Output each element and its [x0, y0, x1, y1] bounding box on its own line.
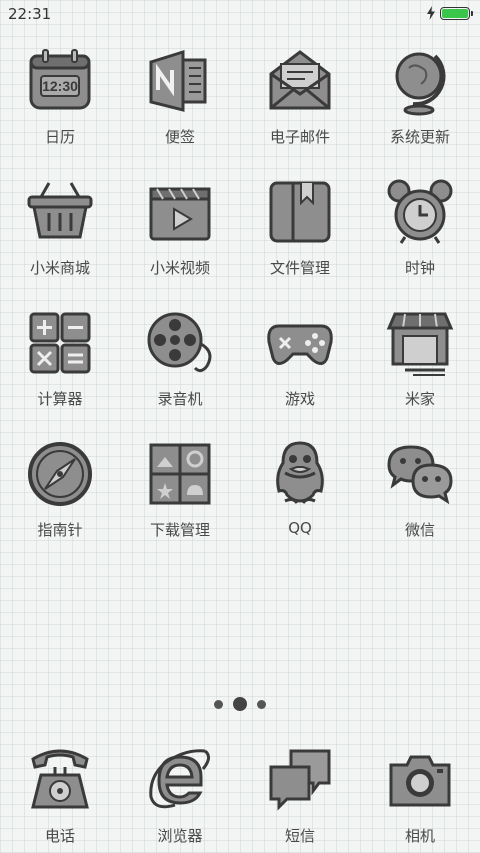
- app-calendar[interactable]: 12:30 日历: [0, 46, 120, 177]
- download-manager-icon: [145, 439, 215, 509]
- app-row: 小米商城 小米视频 文件管理 时钟: [0, 177, 480, 308]
- page-dot-active[interactable]: [233, 697, 247, 711]
- status-bar: 22:31: [0, 0, 480, 28]
- app-camera[interactable]: 相机: [360, 745, 480, 846]
- app-qq[interactable]: QQ: [240, 439, 360, 570]
- app-label: 系统更新: [389, 128, 450, 146]
- app-mi-video[interactable]: 小米视频: [120, 177, 240, 308]
- gamepad-icon: [265, 308, 335, 378]
- page-dot[interactable]: [257, 699, 266, 709]
- page-indicator[interactable]: [0, 697, 480, 711]
- status-indicators: [426, 6, 473, 20]
- app-label: 时钟: [404, 259, 435, 277]
- app-recorder[interactable]: 录音机: [120, 308, 240, 439]
- dock: 电话 浏览器 短信 相机: [0, 745, 480, 846]
- app-phone[interactable]: 电话: [0, 745, 120, 846]
- app-row: 计算器 录音机 游戏 米家: [0, 308, 480, 439]
- app-label: 小米视频: [149, 259, 210, 277]
- app-calculator[interactable]: 计算器: [0, 308, 120, 439]
- app-label: 指南针: [37, 521, 83, 539]
- app-mijia[interactable]: 米家: [360, 308, 480, 439]
- app-label: 浏览器: [157, 827, 203, 845]
- app-compass[interactable]: 指南针: [0, 439, 120, 570]
- app-mi-store[interactable]: 小米商城: [0, 177, 120, 308]
- app-grid: 12:30 日历 便签 电子邮件 系统更新 小米商城 小米视频 文件管理 时钟 …: [0, 46, 480, 570]
- app-notes[interactable]: 便签: [120, 46, 240, 177]
- calendar-icon: 12:30: [25, 46, 95, 116]
- video-icon: [145, 177, 215, 247]
- app-label: 便签: [164, 128, 195, 146]
- globe-icon: [385, 46, 455, 116]
- app-label: 日历: [44, 128, 75, 146]
- app-file-manager[interactable]: 文件管理: [240, 177, 360, 308]
- app-clock[interactable]: 时钟: [360, 177, 480, 308]
- app-system-update[interactable]: 系统更新: [360, 46, 480, 177]
- wechat-icon: [385, 439, 455, 509]
- battery-icon: [440, 6, 473, 20]
- camera-icon: [385, 745, 455, 815]
- alarm-clock-icon: [385, 177, 455, 247]
- app-email[interactable]: 电子邮件: [240, 46, 360, 177]
- telephone-icon: [25, 745, 95, 815]
- store-icon: [385, 308, 455, 378]
- app-label: QQ: [288, 519, 312, 537]
- file-manager-icon: [265, 177, 335, 247]
- app-label: 电话: [44, 827, 75, 845]
- app-messages[interactable]: 短信: [240, 745, 360, 846]
- status-time: 22:31: [8, 5, 52, 23]
- app-label: 游戏: [284, 390, 315, 408]
- email-icon: [265, 46, 335, 116]
- compass-icon: [25, 439, 95, 509]
- app-browser[interactable]: 浏览器: [120, 745, 240, 846]
- app-games[interactable]: 游戏: [240, 308, 360, 439]
- charging-icon: [427, 6, 435, 20]
- app-label: 小米商城: [29, 259, 90, 277]
- notes-icon: [145, 46, 215, 116]
- svg-text:12:30: 12:30: [42, 78, 78, 94]
- page-dot[interactable]: [214, 699, 223, 709]
- messages-icon: [265, 745, 335, 815]
- app-label: 相机: [404, 827, 435, 845]
- app-row: 指南针 下载管理 QQ 微信: [0, 439, 480, 570]
- browser-icon: [145, 745, 215, 815]
- app-label: 微信: [404, 521, 435, 539]
- app-wechat[interactable]: 微信: [360, 439, 480, 570]
- app-label: 米家: [404, 390, 435, 408]
- app-row: 12:30 日历 便签 电子邮件 系统更新: [0, 46, 480, 177]
- app-label: 录音机: [157, 390, 203, 408]
- app-download-manager[interactable]: 下载管理: [120, 439, 240, 570]
- app-label: 计算器: [37, 390, 83, 408]
- app-label: 下载管理: [149, 521, 210, 539]
- battery-fill: [442, 8, 468, 18]
- app-label: 短信: [284, 827, 315, 845]
- calculator-icon: [25, 308, 95, 378]
- qq-penguin-icon: [265, 439, 335, 509]
- battery-cap: [471, 10, 473, 16]
- app-label: 文件管理: [269, 259, 330, 277]
- recorder-icon: [145, 308, 215, 378]
- basket-icon: [25, 177, 95, 247]
- app-label: 电子邮件: [269, 128, 330, 146]
